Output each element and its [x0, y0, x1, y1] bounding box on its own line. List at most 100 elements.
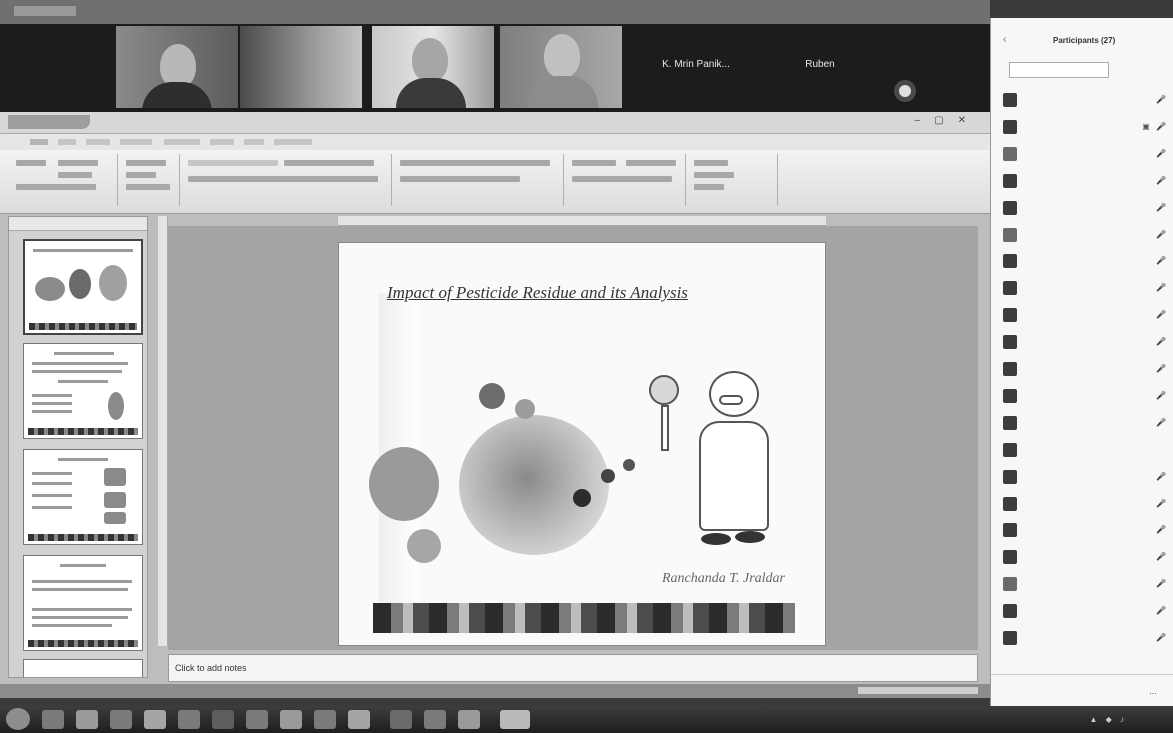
slides-group: [120, 154, 180, 206]
tab-insert[interactable]: [58, 139, 76, 145]
participant-avatar: [1003, 496, 1017, 511]
notes-pane[interactable]: Click to add notes: [168, 654, 978, 682]
mic-icon[interactable]: 🎤: [1156, 472, 1168, 481]
slide-thumbnail[interactable]: [23, 449, 143, 545]
participant-avatar: [1003, 200, 1017, 215]
participant-search-input[interactable]: [1009, 62, 1109, 78]
taskbar-app-icon[interactable]: [390, 710, 412, 729]
mic-icon[interactable]: 🎤: [1156, 176, 1168, 185]
video-tile[interactable]: [240, 26, 362, 108]
participant-row[interactable]: [991, 438, 1173, 464]
slide-thumbnail[interactable]: [23, 239, 143, 335]
mic-icon[interactable]: 🎤: [1156, 230, 1168, 239]
office-button[interactable]: [8, 115, 90, 129]
participant-avatar: [1003, 442, 1017, 457]
tab-review[interactable]: [210, 139, 234, 145]
more-icon[interactable]: ⋯: [1149, 689, 1157, 698]
system-tray-icons[interactable]: ▲ ◆ ♪: [1089, 715, 1127, 724]
mic-icon[interactable]: 🎤: [1156, 633, 1168, 642]
participant-row[interactable]: 🎤: [991, 169, 1173, 195]
taskbar-app-icon[interactable]: [42, 710, 64, 729]
participant-row[interactable]: 🎤: [991, 465, 1173, 491]
taskbar-app-icon[interactable]: [144, 710, 166, 729]
participant-row[interactable]: 🎤: [991, 599, 1173, 625]
mic-icon[interactable]: 🎤: [1156, 606, 1168, 615]
mic-icon[interactable]: 🎤: [1156, 149, 1168, 158]
slide-thumbnail[interactable]: [23, 555, 143, 651]
name-tile[interactable]: K. Mrin Panik...: [640, 26, 752, 108]
participant-row[interactable]: 🎤: [991, 384, 1173, 410]
participant-row[interactable]: 🎤: [991, 492, 1173, 518]
participant-row[interactable]: 🎤: [991, 411, 1173, 437]
taskbar-app-icon[interactable]: [458, 710, 480, 729]
taskbar-app-icon[interactable]: [500, 710, 530, 729]
mic-icon[interactable]: 🎤: [1156, 310, 1168, 319]
participant-row[interactable]: 🎤: [991, 88, 1173, 114]
participant-row[interactable]: 🎤: [991, 545, 1173, 571]
slide-thumbnail[interactable]: [23, 659, 143, 677]
zoom-slider[interactable]: [858, 687, 978, 694]
tab-view[interactable]: [244, 139, 264, 145]
mic-icon[interactable]: 🎤: [1156, 418, 1168, 427]
tab-slideshow[interactable]: [164, 139, 200, 145]
taskbar-app-icon[interactable]: [348, 710, 370, 729]
taskbar-app-icon[interactable]: [280, 710, 302, 729]
mic-icon[interactable]: ▣ 🎤: [1142, 122, 1168, 131]
mic-icon[interactable]: 🎤: [1156, 552, 1168, 561]
mic-icon[interactable]: 🎤: [1156, 203, 1168, 212]
participant-row[interactable]: 🎤: [991, 303, 1173, 329]
participant-avatar: [1003, 254, 1017, 269]
meeting-indicator: [14, 6, 76, 16]
mic-icon[interactable]: 🎤: [1156, 579, 1168, 588]
taskbar-app-icon[interactable]: [314, 710, 336, 729]
record-icon[interactable]: [894, 80, 916, 102]
taskbar-app-icon[interactable]: [212, 710, 234, 729]
mic-icon[interactable]: 🎤: [1156, 283, 1168, 292]
video-tile[interactable]: [500, 26, 622, 108]
tab-acrobat[interactable]: [274, 139, 312, 145]
mic-icon[interactable]: 🎤: [1156, 391, 1168, 400]
mic-icon[interactable]: 🎤: [1156, 499, 1168, 508]
powerpoint-window: –▢✕ Impact of Pesticide Residue and its …: [0, 112, 990, 698]
mic-icon[interactable]: 🎤: [1156, 364, 1168, 373]
current-slide[interactable]: Impact of Pesticide Residue and its Anal…: [338, 242, 826, 646]
participant-row[interactable]: 🎤: [991, 223, 1173, 249]
slide-thumbnail[interactable]: [23, 343, 143, 439]
mic-icon[interactable]: 🎤: [1156, 256, 1168, 265]
panel-footer: ⋯: [991, 674, 1173, 710]
taskbar-app-icon[interactable]: [76, 710, 98, 729]
tab-home[interactable]: [30, 139, 48, 145]
tab-animations[interactable]: [120, 139, 152, 145]
participant-avatar: [1003, 281, 1017, 296]
pane-tabs[interactable]: [9, 217, 147, 231]
participant-row[interactable]: 🎤: [991, 518, 1173, 544]
video-tile[interactable]: [372, 26, 494, 108]
tab-design[interactable]: [86, 139, 110, 145]
participant-row[interactable]: 🎤: [991, 196, 1173, 222]
participant-row[interactable]: 🎤: [991, 142, 1173, 168]
participant-row[interactable]: ▣ 🎤: [991, 115, 1173, 141]
taskbar-app-icon[interactable]: [178, 710, 200, 729]
participant-row[interactable]: 🎤: [991, 249, 1173, 275]
window-controls[interactable]: –▢✕: [915, 115, 980, 126]
start-button[interactable]: [6, 708, 30, 730]
participant-row[interactable]: 🎤: [991, 276, 1173, 302]
mic-icon[interactable]: 🎤: [1156, 95, 1168, 104]
participant-row[interactable]: 🎤: [991, 357, 1173, 383]
video-tile[interactable]: [116, 26, 238, 108]
mic-icon[interactable]: 🎤: [1156, 525, 1168, 534]
participant-avatar: [1003, 577, 1017, 592]
participant-row[interactable]: 🎤: [991, 330, 1173, 356]
participant-avatar: [1003, 415, 1017, 430]
participant-avatar: [1003, 523, 1017, 538]
taskbar-app-icon[interactable]: [246, 710, 268, 729]
taskbar-app-icon[interactable]: [110, 710, 132, 729]
taskbar-app-icon[interactable]: [424, 710, 446, 729]
participant-row[interactable]: 🎤: [991, 572, 1173, 598]
collapse-icon[interactable]: ‹: [1003, 34, 1006, 45]
participant-avatar: [1003, 308, 1017, 323]
name-tile[interactable]: Ruben: [764, 26, 876, 108]
mic-icon[interactable]: 🎤: [1156, 337, 1168, 346]
slide-thumbnail-pane: [8, 216, 148, 678]
participant-row[interactable]: 🎤: [991, 626, 1173, 652]
